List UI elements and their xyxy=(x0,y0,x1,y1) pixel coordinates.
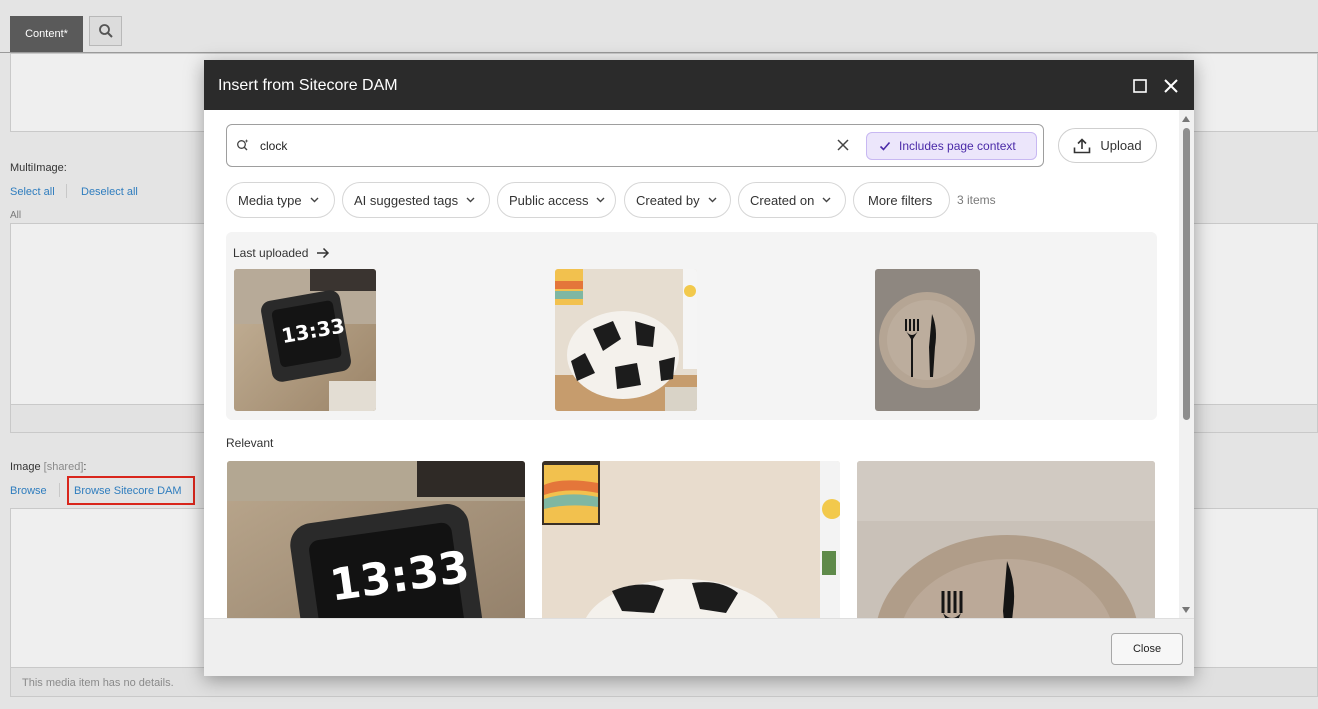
close-button[interactable]: Close xyxy=(1111,633,1183,665)
search-icon xyxy=(98,24,113,38)
browse-link[interactable]: Browse xyxy=(10,485,47,497)
chevron-down-icon xyxy=(310,197,319,203)
dialog-scrollbar[interactable] xyxy=(1179,110,1194,618)
dialog-header: Insert from Sitecore DAM xyxy=(204,60,1194,110)
page-context-chip[interactable]: Includes page context xyxy=(866,132,1037,160)
clear-icon xyxy=(837,139,849,151)
maximize-button[interactable] xyxy=(1130,76,1150,96)
dialog-body: clock Includes page context Upload Media… xyxy=(204,110,1194,618)
dialog-footer: Close xyxy=(204,618,1194,676)
select-all-link[interactable]: Select all xyxy=(10,186,55,198)
tab-content[interactable]: Content* xyxy=(10,16,83,52)
tab-content-label: Content* xyxy=(25,28,68,40)
filter-media-type[interactable]: Media type xyxy=(226,182,335,218)
link-separator xyxy=(66,184,67,198)
check-icon xyxy=(879,141,891,151)
chevron-down-icon xyxy=(466,197,475,203)
maximize-icon xyxy=(1133,79,1147,93)
clock-image: 13:33 xyxy=(234,269,376,411)
filter-created-by[interactable]: Created by xyxy=(624,182,731,218)
filter-created-on[interactable]: Created on xyxy=(738,182,846,218)
multiimage-label: MultiImage: xyxy=(10,162,67,174)
chevron-down-icon xyxy=(708,197,717,203)
scroll-thumb[interactable] xyxy=(1183,128,1190,420)
plate-image xyxy=(857,461,1155,618)
filter-label: Created by xyxy=(636,192,700,208)
thumbnail-plate[interactable] xyxy=(875,269,980,411)
result-card-clock[interactable]: 13:33 xyxy=(227,461,525,618)
last-uploaded-title: Last uploaded xyxy=(233,246,309,260)
search-input[interactable]: clock Includes page context xyxy=(226,124,1044,167)
arrow-right-icon xyxy=(317,247,330,259)
multiimage-filter-label: All xyxy=(10,210,22,221)
dialog-title: Insert from Sitecore DAM xyxy=(218,77,398,94)
filter-label: Public access xyxy=(509,192,589,208)
clock-image: 13:33 xyxy=(227,461,525,618)
shared-tag: [shared] xyxy=(43,461,84,473)
bean-bag-image xyxy=(555,269,697,411)
filter-label: AI suggested tags xyxy=(354,192,459,208)
result-card-plate[interactable] xyxy=(857,461,1155,618)
filter-ai-suggested-tags[interactable]: AI suggested tags xyxy=(342,182,490,218)
plate-image xyxy=(875,269,980,411)
close-button-label: Close xyxy=(1132,643,1162,655)
clear-search-button[interactable] xyxy=(835,137,851,156)
search-value: clock xyxy=(260,139,288,153)
page-context-label: Includes page context xyxy=(899,139,1016,153)
upload-label: Upload xyxy=(1100,138,1142,153)
upload-button[interactable]: Upload xyxy=(1058,128,1157,163)
dialog-close-button[interactable] xyxy=(1161,76,1181,96)
scroll-down-arrow[interactable] xyxy=(1182,607,1190,613)
ai-search-icon xyxy=(237,139,249,151)
close-icon xyxy=(1164,79,1178,93)
items-count: 3 items xyxy=(957,193,996,207)
relevant-title: Relevant xyxy=(226,436,274,450)
link-separator xyxy=(59,483,60,497)
last-uploaded-header[interactable]: Last uploaded xyxy=(233,246,330,260)
filter-label: Media type xyxy=(238,192,302,208)
more-filters-label: More filters xyxy=(868,192,933,208)
deselect-all-link[interactable]: Deselect all xyxy=(81,186,138,198)
chevron-down-icon xyxy=(596,197,605,203)
editor-toolbar: Content* xyxy=(0,0,1318,53)
highlight-box xyxy=(67,476,195,505)
filter-label: Created on xyxy=(750,192,815,208)
thumbnail-bean-bag[interactable] xyxy=(555,269,697,411)
bean-bag-image xyxy=(542,461,840,618)
image-label-text: Image xyxy=(10,461,41,473)
search-tab-button[interactable] xyxy=(89,16,122,46)
dam-dialog: Insert from Sitecore DAM clock Includes … xyxy=(204,60,1194,676)
image-field-label: Image [shared]: xyxy=(10,461,86,473)
upload-icon xyxy=(1074,137,1091,153)
result-card-bean-bag[interactable] xyxy=(542,461,840,618)
chevron-down-icon xyxy=(822,197,831,203)
image-label-suffix: : xyxy=(83,461,87,473)
more-filters-button[interactable]: More filters xyxy=(853,182,950,218)
last-uploaded-section: Last uploaded 13:33 xyxy=(226,232,1157,420)
scroll-up-arrow[interactable] xyxy=(1182,116,1190,122)
filter-public-access[interactable]: Public access xyxy=(497,182,616,218)
thumbnail-clock[interactable]: 13:33 xyxy=(234,269,376,411)
